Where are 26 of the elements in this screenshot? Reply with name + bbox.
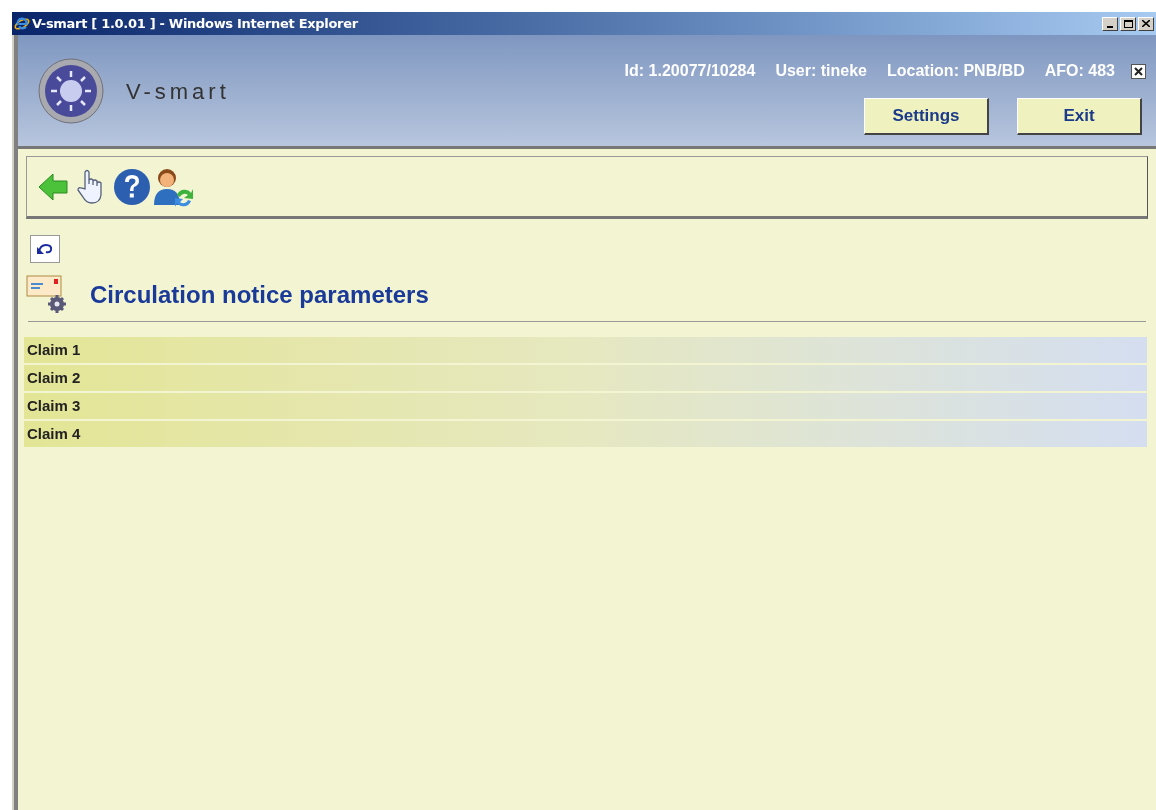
back-arrow-icon[interactable]	[37, 170, 69, 203]
list-item[interactable]: Claim 2	[24, 365, 1147, 391]
header-info: Location: PNB/BD	[886, 61, 1025, 81]
list-item[interactable]: Claim 4	[24, 421, 1147, 447]
header-info: User: tineke	[775, 61, 867, 81]
list-item[interactable]: Claim 3	[24, 393, 1147, 419]
header-info: Id: 1.20077/10284	[624, 61, 756, 81]
undo-button[interactable]	[30, 235, 60, 263]
user-refresh-icon[interactable]	[153, 166, 195, 207]
browser-icon	[14, 15, 30, 32]
close-button[interactable]	[1131, 63, 1146, 79]
window-title: V-smart [ 1.0.01 ] - Windows Internet Explorer	[32, 14, 358, 33]
brand-name: V-smart	[126, 78, 230, 106]
close-icon	[1142, 20, 1150, 27]
envelope-gear-icon	[26, 275, 66, 313]
list-item[interactable]: Claim 1	[24, 337, 1147, 363]
header-button[interactable]: Settings	[864, 98, 989, 135]
header-info: AFO: 483	[1044, 61, 1115, 81]
logo-icon	[38, 57, 104, 124]
header-button[interactable]: Exit	[1017, 98, 1142, 135]
minimize-button[interactable]	[1102, 16, 1118, 31]
maximize-button[interactable]	[1120, 16, 1136, 31]
undo-icon	[36, 243, 54, 255]
help-icon[interactable]	[113, 167, 151, 206]
close-icon	[1134, 66, 1143, 76]
page-title: Circulation notice parameters	[90, 281, 429, 309]
